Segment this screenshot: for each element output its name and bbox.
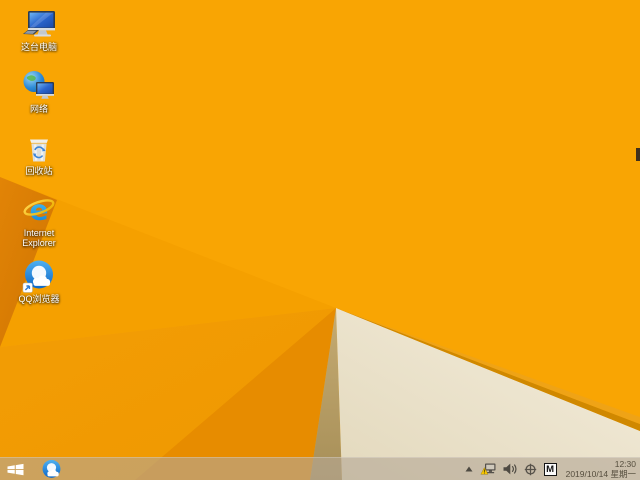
desktop-icon-label: 这台电脑 xyxy=(20,42,57,52)
taskbar: M 12:30 2019/10/14 星期一 xyxy=(0,457,640,480)
desktop-icon-label: QQ浏览器 xyxy=(18,294,60,304)
windows-logo-icon xyxy=(7,463,24,476)
crosshair-tray-icon[interactable] xyxy=(524,463,537,476)
system-tray: M 12:30 2019/10/14 星期一 xyxy=(465,458,640,480)
desktop-icon-network[interactable]: 网络 xyxy=(10,69,68,114)
chevron-up-icon xyxy=(465,466,473,472)
qq-browser-taskbar-icon xyxy=(41,459,62,480)
screen-edge-artifact xyxy=(636,148,640,161)
recycle-bin-icon xyxy=(22,131,56,165)
qq-browser-icon xyxy=(22,259,56,293)
desktop: 这台电脑 网络 回收站 e Internet Explorer QQ浏览器 M … xyxy=(0,0,640,480)
network-status-icon[interactable] xyxy=(480,463,496,475)
volume-icon[interactable] xyxy=(503,463,517,475)
start-button[interactable] xyxy=(0,458,30,480)
desktop-icon-recycle-bin[interactable]: 回收站 xyxy=(10,131,68,176)
clock-date: 2019/10/14 星期一 xyxy=(565,469,636,479)
desktop-icon-this-pc[interactable]: 这台电脑 xyxy=(10,7,68,52)
desktop-icon-label: 网络 xyxy=(29,104,48,114)
wallpaper xyxy=(0,0,640,480)
internet-explorer-icon: e xyxy=(22,193,56,227)
taskbar-qq-browser-button[interactable] xyxy=(38,458,64,480)
input-method-indicator[interactable]: M xyxy=(543,462,557,476)
desktop-icon-label: Internet Explorer xyxy=(22,228,56,248)
clock[interactable]: 12:30 2019/10/14 星期一 xyxy=(564,459,636,479)
network-icon xyxy=(22,69,56,103)
this-pc-icon xyxy=(22,7,56,41)
desktop-icon-label: 回收站 xyxy=(25,166,53,176)
desktop-icon-internet-explorer[interactable]: e Internet Explorer xyxy=(10,193,68,249)
desktop-icon-qq-browser[interactable]: QQ浏览器 xyxy=(10,259,68,304)
show-hidden-icons-button[interactable] xyxy=(465,466,473,472)
clock-time: 12:30 xyxy=(614,459,636,469)
